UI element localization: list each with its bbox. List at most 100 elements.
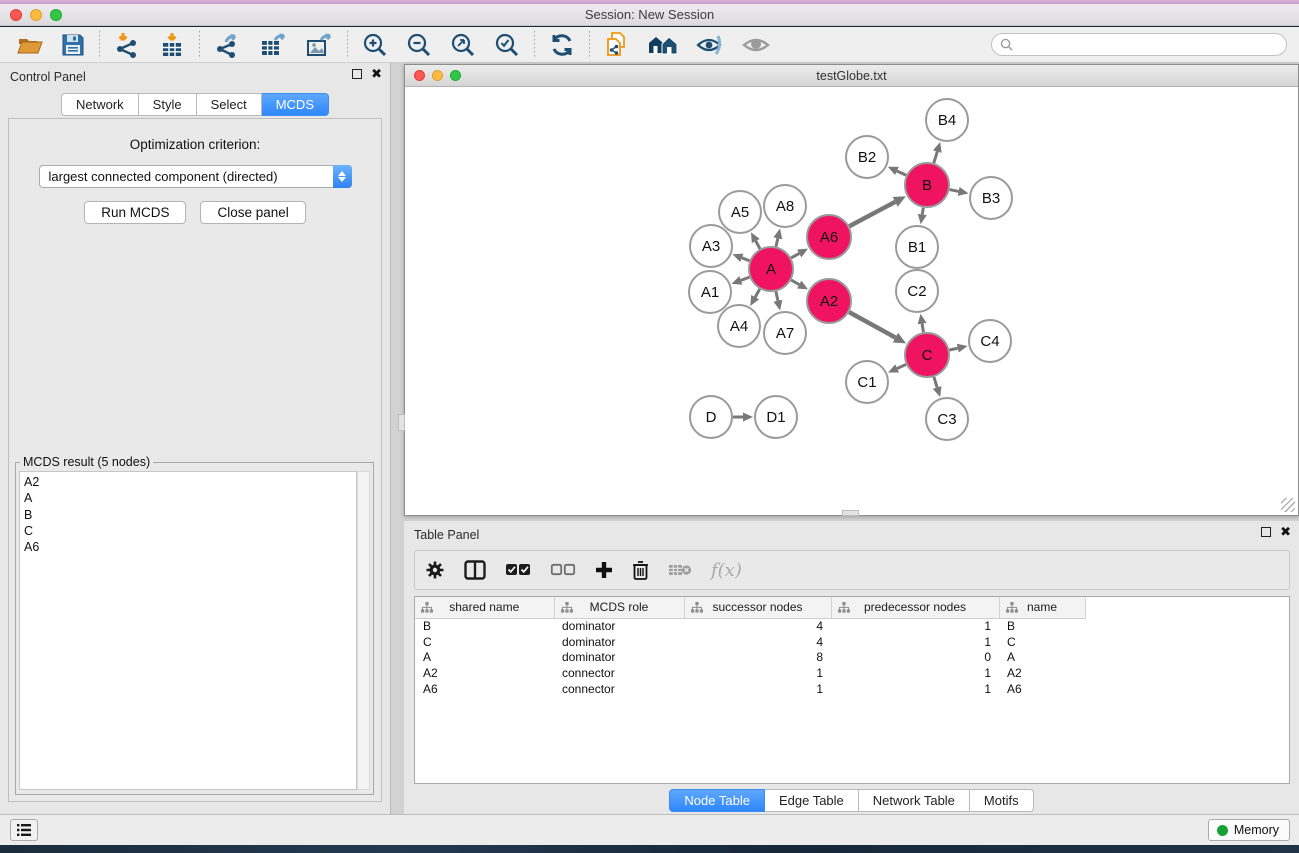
- edge-A-A1[interactable]: [741, 277, 750, 280]
- edge-A-A2[interactable]: [791, 280, 799, 284]
- network-window-titlebar[interactable]: testGlobe.txt: [405, 65, 1298, 87]
- delete-column-button[interactable]: [632, 560, 649, 580]
- import-table-button[interactable]: [150, 30, 194, 60]
- edge-B-B3[interactable]: [950, 190, 959, 192]
- edge-A-A8[interactable]: [776, 238, 778, 246]
- mcds-result-list[interactable]: A2ABCA6: [19, 471, 357, 790]
- column-header-MCDS-role[interactable]: MCDS role: [554, 597, 684, 618]
- graph-node-A6[interactable]: A6: [807, 215, 851, 259]
- select-all-button[interactable]: [505, 563, 531, 577]
- edge-A-A6[interactable]: [791, 253, 799, 257]
- edge-A-A5[interactable]: [756, 241, 760, 249]
- tab-style[interactable]: Style: [139, 93, 197, 116]
- export-network-button[interactable]: [205, 30, 250, 60]
- graph-node-A8[interactable]: A8: [764, 185, 806, 227]
- graph-node-D1[interactable]: D1: [755, 396, 797, 438]
- graph-node-C1[interactable]: C1: [846, 361, 888, 403]
- task-history-button[interactable]: [10, 819, 38, 841]
- edge-A-A7[interactable]: [776, 291, 778, 300]
- graph-node-B2[interactable]: B2: [846, 136, 888, 178]
- search-field[interactable]: [991, 33, 1287, 56]
- graph-node-B1[interactable]: B1: [896, 226, 938, 268]
- result-item[interactable]: A2: [24, 474, 356, 490]
- graph-node-B[interactable]: B: [905, 163, 949, 207]
- tab-motifs[interactable]: Motifs: [970, 789, 1034, 812]
- network-graph[interactable]: B4B2BB3A5A8A6A3B1AA1C2A2A4A7CC4C1C3DD1: [406, 88, 1299, 515]
- table-row[interactable]: Adominator80A: [415, 650, 1289, 666]
- panel-divider-handle-left[interactable]: [398, 414, 405, 431]
- close-table-panel-icon[interactable]: ✖: [1280, 527, 1291, 537]
- table-row[interactable]: A2connector11A2: [415, 665, 1289, 681]
- edge-C-C4[interactable]: [949, 348, 957, 350]
- deselect-all-button[interactable]: [550, 563, 576, 577]
- graph-node-A2[interactable]: A2: [807, 279, 851, 323]
- close-panel-button[interactable]: Close panel: [200, 201, 305, 224]
- edge-B-B2[interactable]: [897, 171, 906, 175]
- result-item[interactable]: A: [24, 490, 356, 506]
- zoom-fit-button[interactable]: [441, 30, 485, 60]
- zoom-in-button[interactable]: [353, 30, 397, 60]
- edge-A6-B[interactable]: [849, 202, 895, 226]
- edge-A2-C[interactable]: [849, 312, 895, 338]
- graph-node-C2[interactable]: C2: [896, 270, 938, 312]
- graph-node-A3[interactable]: A3: [690, 225, 732, 267]
- zoom-selected-button[interactable]: [485, 30, 529, 60]
- edge-A-A3[interactable]: [742, 258, 750, 261]
- edge-C-C1[interactable]: [897, 364, 906, 368]
- result-list-scrollbar[interactable]: [357, 471, 370, 790]
- result-item[interactable]: B: [24, 507, 356, 523]
- graph-node-D[interactable]: D: [690, 396, 732, 438]
- duplicate-network-button[interactable]: [595, 30, 639, 60]
- graph-node-C[interactable]: C: [905, 333, 949, 377]
- search-input[interactable]: [1018, 38, 1278, 52]
- tab-node-table[interactable]: Node Table: [669, 789, 765, 812]
- export-image-button[interactable]: [296, 30, 342, 60]
- network-canvas[interactable]: B4B2BB3A5A8A6A3B1AA1C2A2A4A7CC4C1C3DD1: [406, 88, 1297, 514]
- graph-node-A4[interactable]: A4: [718, 305, 760, 347]
- close-panel-icon[interactable]: ✖: [371, 69, 382, 79]
- float-table-panel-icon[interactable]: [1261, 527, 1271, 537]
- tab-select[interactable]: Select: [197, 93, 262, 116]
- tab-edge-table[interactable]: Edge Table: [765, 789, 859, 812]
- table-row[interactable]: Cdominator41C: [415, 634, 1289, 650]
- tab-mcds[interactable]: MCDS: [262, 93, 329, 116]
- edge-C-C3[interactable]: [934, 377, 937, 388]
- edge-A-A4[interactable]: [755, 289, 760, 297]
- panel-divider-handle-bottom[interactable]: [842, 510, 859, 516]
- table-settings-button[interactable]: [425, 560, 445, 580]
- column-header-successor-nodes[interactable]: successor nodes: [684, 597, 831, 618]
- refresh-layout-button[interactable]: [540, 30, 584, 60]
- edge-B-B1[interactable]: [922, 208, 923, 215]
- memory-button[interactable]: Memory: [1208, 819, 1290, 841]
- add-column-button[interactable]: [595, 561, 613, 579]
- table-row[interactable]: Bdominator41B: [415, 618, 1289, 634]
- column-header-name[interactable]: name: [999, 597, 1085, 618]
- function-builder-button[interactable]: f(x): [711, 560, 742, 581]
- float-panel-icon[interactable]: [352, 69, 362, 79]
- table-row[interactable]: A6connector11A6: [415, 681, 1289, 697]
- column-header-shared-name[interactable]: shared name: [415, 597, 554, 618]
- graph-node-C3[interactable]: C3: [926, 398, 968, 440]
- graph-node-A5[interactable]: A5: [719, 191, 761, 233]
- column-header-predecessor-nodes[interactable]: predecessor nodes: [831, 597, 999, 618]
- open-session-button[interactable]: [8, 30, 52, 60]
- graph-node-B3[interactable]: B3: [970, 177, 1012, 219]
- window-resize-grip[interactable]: [1281, 498, 1295, 512]
- graph-node-A1[interactable]: A1: [689, 271, 731, 313]
- zoom-out-button[interactable]: [397, 30, 441, 60]
- run-mcds-button[interactable]: Run MCDS: [84, 201, 186, 224]
- result-item[interactable]: A6: [24, 539, 356, 555]
- edge-B-B4[interactable]: [934, 152, 938, 163]
- save-session-button[interactable]: [52, 30, 94, 60]
- result-item[interactable]: C: [24, 523, 356, 539]
- edge-C-C2[interactable]: [922, 324, 923, 333]
- tab-network[interactable]: Network: [61, 93, 139, 116]
- hide-panels-button[interactable]: [687, 30, 733, 60]
- graph-node-A[interactable]: A: [749, 247, 793, 291]
- import-network-button[interactable]: [105, 30, 150, 60]
- graph-node-A7[interactable]: A7: [764, 312, 806, 354]
- column-view-button[interactable]: [464, 560, 486, 580]
- graph-node-B4[interactable]: B4: [926, 99, 968, 141]
- delete-table-button[interactable]: [668, 562, 692, 578]
- show-panels-button[interactable]: [733, 30, 779, 60]
